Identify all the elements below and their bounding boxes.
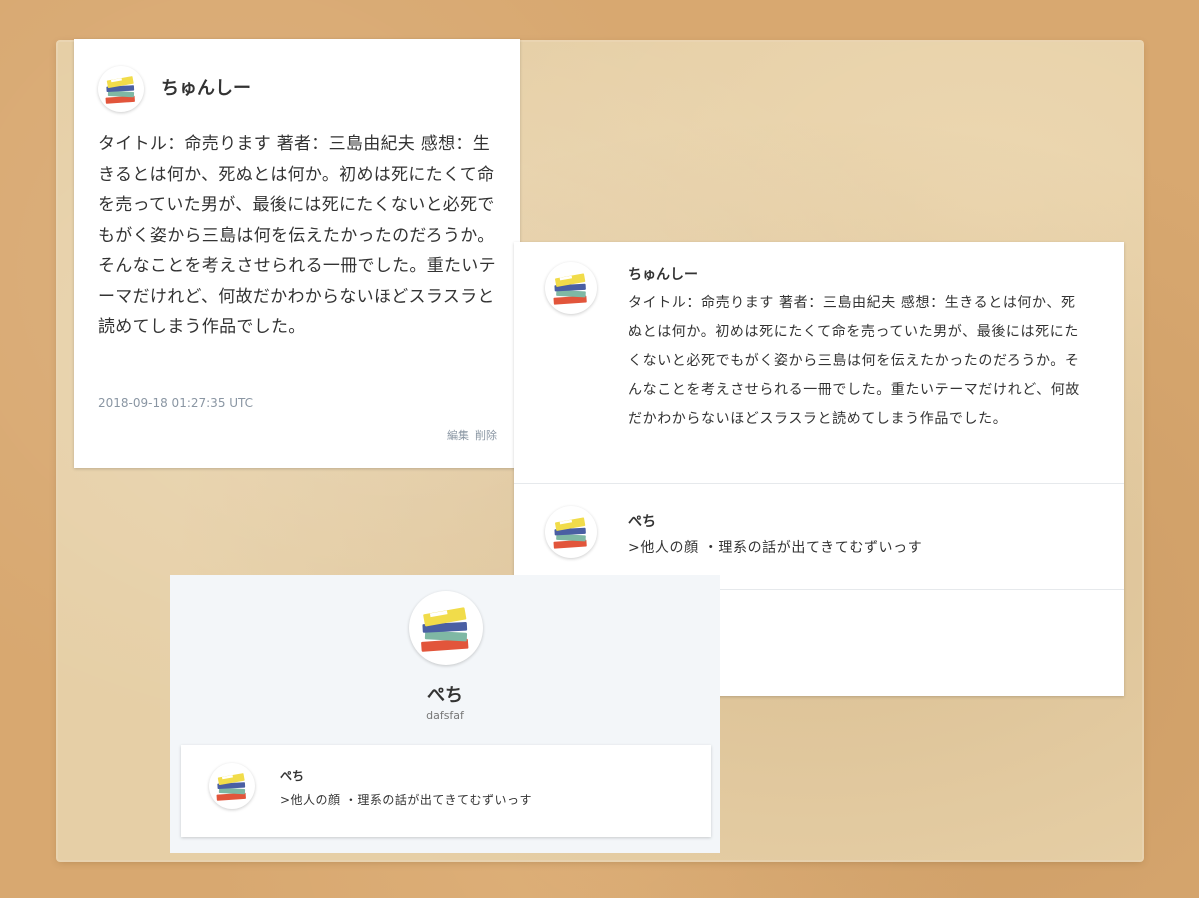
books-stack-icon [216, 773, 246, 801]
comment-avatar[interactable] [209, 763, 255, 809]
profile-card: ぺち dafsfaf ぺち >他人の顔 ・理系の話が出てきてむずいっす [170, 575, 720, 853]
post-body: タイトル：命売ります 著者：三島由紀夫 感想：生きるとは何か、死ぬとは何か。初め… [98, 134, 496, 337]
comment-item: ちゅんしー タイトル：命売ります 著者：三島由紀夫 感想：生きるとは何か、死ぬと… [514, 242, 1124, 484]
comment-item: ぺち >他人の顔 ・理系の話が出てきてむずいっす [181, 745, 711, 837]
edit-link[interactable]: 編集 [447, 427, 469, 443]
comment-author[interactable]: ぺち [628, 511, 656, 531]
comment-text: >他人の顔 ・理系の話が出てきてむずいっす [280, 793, 533, 807]
books-stack-icon [105, 76, 135, 104]
books-stack-icon [421, 607, 469, 652]
post-timestamp: 2018-09-18 01:27:35 UTC [98, 396, 254, 410]
books-stack-icon [553, 517, 587, 549]
author-name[interactable]: ちゅんしー [161, 74, 251, 100]
comment-text: >他人の顔 ・理系の話が出てきてむずいっす [628, 540, 923, 556]
comment-avatar[interactable] [545, 262, 597, 314]
profile-id: dafsfaf [426, 709, 464, 722]
post-card: ちゅんしー タイトル：命売ります 著者：三島由紀夫 感想：生きるとは何か、死ぬと… [74, 39, 520, 468]
profile-avatar[interactable] [409, 591, 483, 665]
comment-author[interactable]: ちゅんしー [628, 264, 698, 284]
delete-link[interactable]: 削除 [475, 427, 497, 443]
comment-author[interactable]: ぺち [280, 767, 304, 784]
author-avatar[interactable] [98, 66, 144, 112]
books-stack-icon [553, 273, 587, 305]
comment-text: タイトル：命売ります 著者：三島由紀夫 感想：生きるとは何か、死ぬとは何か。初め… [628, 295, 1080, 427]
comment-avatar[interactable] [545, 506, 597, 558]
profile-name: ぺち [427, 685, 463, 706]
